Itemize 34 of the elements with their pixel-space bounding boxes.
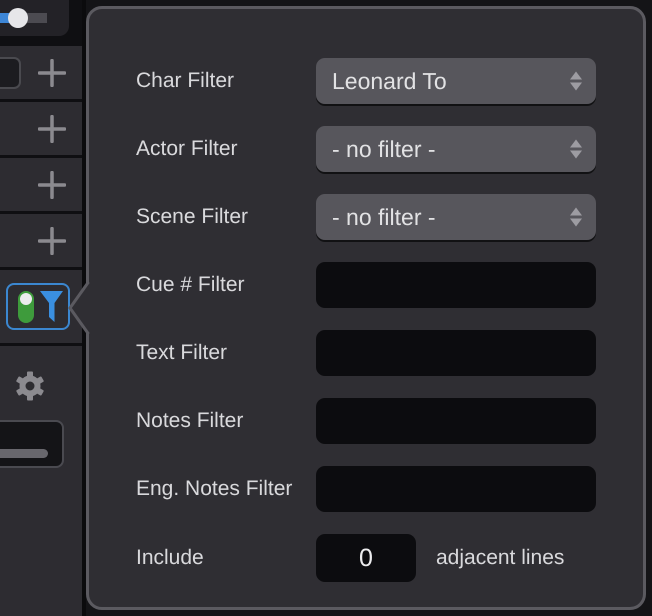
filter-input[interactable] (316, 398, 596, 444)
filter-dropdown[interactable]: - no filter - (316, 194, 596, 240)
up-down-arrows-icon (570, 207, 582, 227)
include-label: Include (136, 545, 205, 572)
up-down-arrows-icon (570, 71, 582, 91)
adjacent-count-field[interactable]: 0 (316, 534, 416, 582)
adjacent-lines-label: adjacent lines (436, 545, 564, 572)
filter-dropdown[interactable]: - no filter - (316, 126, 596, 172)
filter-label: Actor Filter (136, 136, 239, 162)
input-field[interactable] (0, 420, 64, 468)
add-button[interactable] (38, 226, 66, 254)
plus-icon (38, 170, 66, 198)
add-button[interactable] (38, 58, 66, 86)
add-button[interactable] (38, 170, 66, 198)
plus-icon (38, 58, 66, 86)
filter-input[interactable] (316, 262, 596, 308)
filter-input[interactable] (316, 466, 596, 512)
filter-input[interactable] (316, 330, 596, 376)
filter-label: Eng. Notes Filter (136, 476, 294, 502)
filter-dropdown[interactable]: Leonard To (316, 58, 596, 104)
bar-icon (0, 449, 48, 458)
plus-icon (38, 226, 66, 254)
filter-label: Notes Filter (136, 408, 244, 434)
filter-button[interactable] (6, 283, 70, 330)
filter-label: Scene Filter (136, 204, 250, 230)
filter-label: Cue # Filter (136, 272, 246, 298)
slider-thumb[interactable] (8, 8, 28, 28)
plus-icon (38, 114, 66, 142)
filter-label: Text Filter (136, 340, 228, 366)
filter-label: Char Filter (136, 68, 236, 94)
add-button[interactable] (38, 114, 66, 142)
up-down-arrows-icon (570, 139, 582, 159)
filter-icon (40, 291, 63, 322)
settings-icon (15, 371, 45, 401)
